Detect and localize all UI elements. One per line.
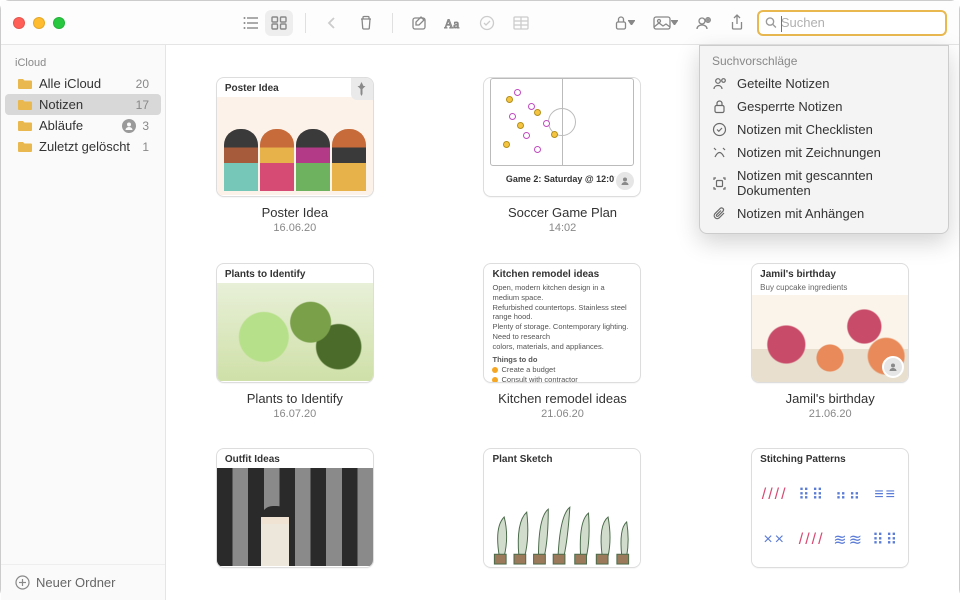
- sidebar: iCloud Alle iCloud 20 Notizen 17 Abläufe…: [1, 45, 166, 600]
- toolbar: Aa: [227, 10, 947, 36]
- sidebar-item-label: Alle iCloud: [39, 76, 130, 91]
- suggestion-drawing-notes[interactable]: Notizen mit Zeichnungen: [700, 141, 948, 164]
- sidebar-section-header: iCloud: [1, 53, 165, 73]
- thumb-title: Kitchen remodel ideas: [484, 264, 640, 283]
- note-card-stitching[interactable]: Stitching Patterns ////⠿⠿⠶⠶≡≡ ××////≋≋⠿⠿: [731, 448, 929, 568]
- lock-button[interactable]: [607, 10, 641, 36]
- grid-view-button[interactable]: [265, 10, 293, 36]
- thumb-title: Stitching Patterns: [752, 449, 908, 468]
- thumb-title: Plants to Identify: [217, 264, 373, 283]
- card-title: Kitchen remodel ideas: [498, 391, 627, 406]
- new-note-button[interactable]: [405, 10, 433, 36]
- search-suggestions-dropdown: Suchvorschläge Geteilte Notizen Gesperrt…: [699, 45, 949, 234]
- sidebar-item-label: Abläufe: [39, 118, 116, 133]
- back-button[interactable]: [318, 10, 346, 36]
- note-card-kitchen[interactable]: Kitchen remodel ideas Open, modern kitch…: [464, 263, 662, 420]
- sidebar-item-ablaeufe[interactable]: Abläufe 3: [5, 115, 161, 136]
- folder-icon: [17, 78, 33, 90]
- search-field[interactable]: [757, 10, 947, 36]
- thumb-body: Open, modern kitchen design in a medium …: [484, 283, 640, 383]
- text-caret: [781, 16, 782, 32]
- shared-badge-icon: [122, 119, 136, 133]
- card-date: 21.06.20: [809, 408, 852, 420]
- card-title: Soccer Game Plan: [508, 205, 617, 220]
- sidebar-item-trash[interactable]: Zuletzt gelöscht 1: [5, 136, 161, 157]
- sidebar-item-count: 1: [142, 140, 149, 154]
- card-date: 14:02: [549, 222, 577, 234]
- shared-icon: [712, 76, 727, 91]
- collaborate-button[interactable]: [689, 10, 717, 36]
- sidebar-item-count: 17: [136, 98, 149, 112]
- card-date: 21.06.20: [541, 408, 584, 420]
- separator: [305, 13, 306, 33]
- new-folder-button[interactable]: Neuer Ordner: [1, 564, 165, 600]
- sidebar-item-count: 3: [142, 119, 149, 133]
- thumb-title: Jamil's birthday: [752, 264, 908, 283]
- scan-icon: [712, 176, 727, 191]
- suggestion-label: Gesperrte Notizen: [737, 99, 843, 114]
- suggestions-header: Suchvorschläge: [700, 52, 948, 72]
- card-title: Jamil's birthday: [786, 391, 875, 406]
- thumb-title: Plant Sketch: [484, 449, 640, 468]
- suggestion-label: Notizen mit Checklisten: [737, 122, 873, 137]
- card-date: 16.07.20: [273, 408, 316, 420]
- attachment-icon: [712, 206, 727, 221]
- fullscreen-window-button[interactable]: [53, 17, 65, 29]
- note-card-plant-sketch[interactable]: Plant Sketch: [464, 448, 662, 568]
- close-window-button[interactable]: [13, 17, 25, 29]
- search-icon: [765, 16, 777, 29]
- thumb-subtitle: Buy cupcake ingredients: [752, 283, 908, 295]
- window-controls[interactable]: [13, 17, 65, 29]
- note-card-soccer[interactable]: Game 2: Saturday @ 12:00 Soccer Game Pla…: [464, 77, 662, 235]
- sidebar-item-label: Zuletzt gelöscht: [39, 139, 136, 154]
- search-input[interactable]: [781, 15, 939, 30]
- suggestion-label: Notizen mit gescannten Dokumenten: [737, 168, 936, 198]
- format-button[interactable]: Aa: [439, 10, 467, 36]
- note-card-poster-idea[interactable]: Poster Idea Poster Idea 16.06.20: [196, 77, 394, 235]
- suggestion-locked-notes[interactable]: Gesperrte Notizen: [700, 95, 948, 118]
- media-button[interactable]: [647, 10, 683, 36]
- suggestion-checklist-notes[interactable]: Notizen mit Checklisten: [700, 118, 948, 141]
- thumb-title: Outfit Ideas: [217, 449, 373, 468]
- note-card-jamil[interactable]: Jamil's birthday Buy cupcake ingredients…: [731, 263, 929, 420]
- table-button[interactable]: [507, 10, 535, 36]
- thumb-title: Poster Idea: [217, 78, 373, 97]
- folder-icon: [17, 99, 33, 111]
- note-card-plants[interactable]: Plants to Identify Plants to Identify 16…: [196, 263, 394, 420]
- card-date: 16.06.20: [273, 222, 316, 234]
- shared-badge-icon: [614, 170, 636, 192]
- separator: [392, 13, 393, 33]
- sidebar-item-label: Notizen: [39, 97, 130, 112]
- svg-text:Aa: Aa: [444, 16, 459, 30]
- suggestion-attachment-notes[interactable]: Notizen mit Anhängen: [700, 202, 948, 225]
- pin-icon: [351, 78, 373, 100]
- sidebar-item-count: 20: [136, 77, 149, 91]
- folder-icon: [17, 141, 33, 153]
- share-button[interactable]: [723, 10, 751, 36]
- checklist-button[interactable]: [473, 10, 501, 36]
- delete-button[interactable]: [352, 10, 380, 36]
- note-card-outfit[interactable]: Outfit Ideas: [196, 448, 394, 568]
- card-title: Poster Idea: [262, 205, 329, 220]
- minimize-window-button[interactable]: [33, 17, 45, 29]
- suggestion-scanned-notes[interactable]: Notizen mit gescannten Dokumenten: [700, 164, 948, 202]
- sidebar-item-all-icloud[interactable]: Alle iCloud 20: [5, 73, 161, 94]
- drawing-icon: [712, 145, 727, 160]
- sidebar-item-notizen[interactable]: Notizen 17: [5, 94, 161, 115]
- checklist-icon: [712, 122, 727, 137]
- suggestion-shared-notes[interactable]: Geteilte Notizen: [700, 72, 948, 95]
- folder-icon: [17, 120, 33, 132]
- new-folder-label: Neuer Ordner: [36, 575, 115, 590]
- card-title: Plants to Identify: [247, 391, 343, 406]
- shared-badge-icon: [882, 356, 904, 378]
- suggestion-label: Geteilte Notizen: [737, 76, 830, 91]
- plus-circle-icon: [15, 575, 30, 590]
- lock-icon: [712, 99, 727, 114]
- suggestion-label: Notizen mit Anhängen: [737, 206, 864, 221]
- suggestion-label: Notizen mit Zeichnungen: [737, 145, 881, 160]
- list-view-button[interactable]: [237, 10, 265, 36]
